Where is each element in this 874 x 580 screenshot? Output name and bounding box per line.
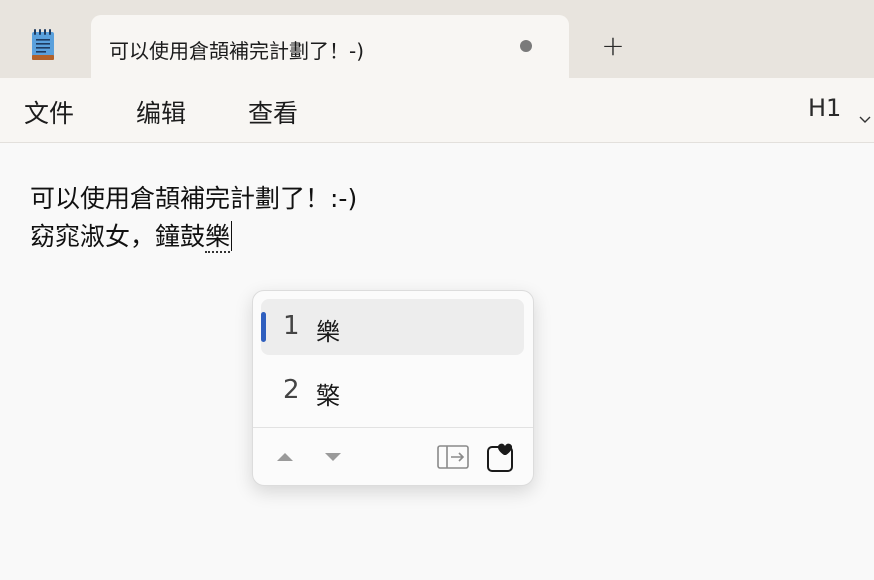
new-tab-button[interactable]: +: [597, 30, 629, 62]
triangle-up-icon: [277, 453, 293, 461]
unsaved-dot-icon[interactable]: [520, 40, 532, 52]
editor-line-2-text: 窈窕淑女，鐘鼓: [30, 222, 206, 251]
document-tab[interactable]: 可以使用倉頡補完計劃了！-): [91, 15, 569, 78]
chevron-down-icon: [859, 103, 871, 123]
candidate-char: 樂: [316, 318, 340, 346]
menu-file[interactable]: 文件: [24, 94, 74, 130]
ime-divider: [253, 427, 533, 428]
heading-level-select[interactable]: H1: [808, 94, 871, 123]
menu-view[interactable]: 查看: [248, 94, 298, 130]
triangle-down-icon: [325, 453, 341, 461]
text-caret: [231, 221, 233, 251]
candidate-number: 2: [283, 375, 300, 405]
selection-indicator: [261, 312, 266, 342]
menu-bar: 文件 编辑 查看 H1: [0, 78, 874, 143]
menu-edit[interactable]: 编辑: [136, 94, 186, 130]
expand-candidates-button[interactable]: [436, 441, 469, 473]
candidate-item-2[interactable]: 2 檠: [261, 363, 524, 419]
editor-line-1: 可以使用倉頡補完計劃了！:-): [30, 184, 358, 213]
candidate-char: 檠: [316, 382, 340, 410]
notepad-icon: [30, 28, 56, 62]
ime-composition-text: 樂: [205, 222, 231, 253]
candidate-item-1[interactable]: 1 樂: [261, 299, 524, 355]
clipboard-heart-icon: [487, 443, 513, 472]
page-up-button[interactable]: [269, 441, 301, 473]
heading-level-value: H1: [808, 94, 842, 122]
ime-candidate-window: 1 樂 2 檠: [252, 290, 534, 486]
title-bar: 可以使用倉頡補完計劃了！-) +: [0, 0, 874, 78]
page-down-button[interactable]: [317, 441, 349, 473]
expand-panel-icon: [437, 445, 469, 469]
candidate-number: 1: [283, 311, 300, 341]
favorites-button[interactable]: [485, 441, 517, 473]
editor-line-2: 窈窕淑女，鐘鼓樂: [30, 217, 233, 253]
tab-title: 可以使用倉頡補完計劃了！-): [109, 39, 365, 63]
